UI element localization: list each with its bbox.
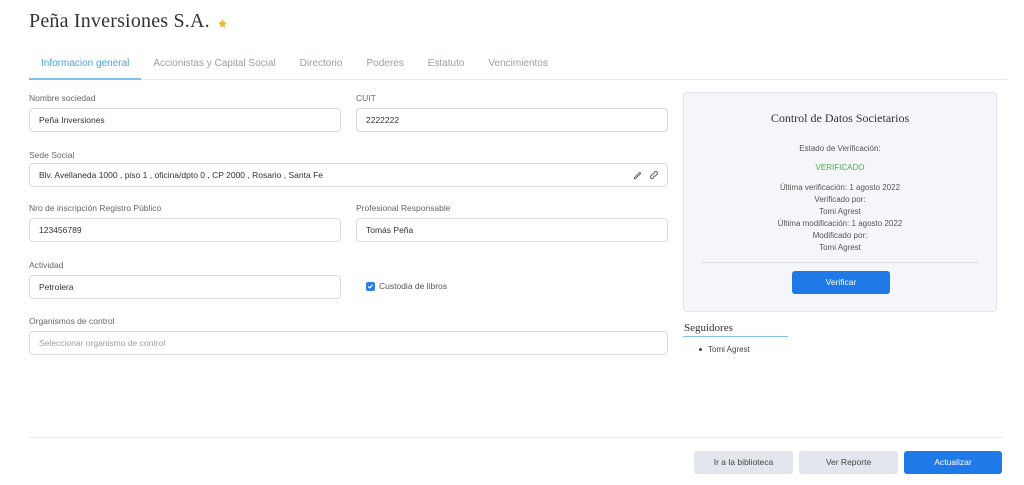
sede-social-value: Blv. Avellaneda 1000 , piso 1 , oficina/… <box>39 170 323 180</box>
verify-button[interactable]: Verificar <box>792 271 890 294</box>
sede-social-label: Sede Social <box>29 150 75 160</box>
custodia-checkbox[interactable] <box>366 281 375 291</box>
nombre-sociedad-label: Nombre sociedad <box>29 93 96 103</box>
modificado-por-label: Modificado por: <box>812 231 868 240</box>
sede-social-actions <box>633 170 659 180</box>
tab-bar: Informacion general Accionistas y Capita… <box>29 52 1007 80</box>
footer-divider <box>29 437 1003 438</box>
panel-title: Control de Datos Societarios <box>770 111 910 125</box>
panel-divider <box>702 262 978 263</box>
verificado-por-value: Tomi Agrest <box>819 207 861 216</box>
title-row: Peña Inversiones S.A. <box>29 10 228 33</box>
ultima-modificacion: Última modificación: 1 agosto 2022 <box>777 219 903 228</box>
custodia-label: Custodia de libros <box>379 281 448 291</box>
profesional-label: Profesional Responsable <box>356 203 451 213</box>
nro-inscripcion-label: Nro de inscripción Registro Público <box>29 203 162 213</box>
link-icon[interactable] <box>649 170 659 180</box>
actividad-label: Actividad <box>29 260 64 270</box>
tab-informacion-general[interactable]: Informacion general <box>29 52 142 80</box>
follower-name: Tomi Agrest <box>708 345 750 354</box>
actividad-input[interactable]: Petrolera <box>29 275 341 299</box>
tab-directorio[interactable]: Directorio <box>288 52 355 80</box>
pencil-icon[interactable] <box>633 170 643 180</box>
tab-accionistas[interactable]: Accionistas y Capital Social <box>141 52 287 80</box>
control-datos-panel: Control de Datos Societarios Estado de V… <box>683 92 997 312</box>
report-button[interactable]: Ver Reporte <box>799 451 898 474</box>
organismos-label: Organismos de control <box>29 316 115 326</box>
tab-poderes[interactable]: Poderes <box>354 52 415 80</box>
followers-title: Seguidores <box>684 322 733 334</box>
cuit-label: CUIT <box>356 93 376 103</box>
library-button[interactable]: Ir a la biblioteca <box>694 451 793 474</box>
ultima-verificacion: Última verificación: 1 agosto 2022 <box>779 183 901 192</box>
checkmark-icon <box>367 283 374 289</box>
nombre-sociedad-input[interactable]: Peña Inversiones <box>29 108 341 132</box>
estado-label: Estado de Verificación: <box>799 144 881 153</box>
bullet <box>699 348 702 351</box>
organismos-select[interactable]: Seleccionar organismo de control <box>29 331 668 355</box>
verificado-por-label: Verificado por: <box>814 195 866 204</box>
followers-underline <box>683 336 788 337</box>
modificado-por-value: Tomi Agrest <box>819 243 861 252</box>
cuit-input[interactable]: 2222222 <box>356 108 668 132</box>
nro-inscripcion-input[interactable]: 123456789 <box>29 218 341 242</box>
tab-estatuto[interactable]: Estatuto <box>416 52 477 80</box>
page-title: Peña Inversiones S.A. <box>29 10 210 32</box>
star-icon[interactable] <box>217 18 228 29</box>
list-item: Tomi Agrest <box>699 345 750 354</box>
profesional-input[interactable]: Tomás Peña <box>356 218 668 242</box>
tab-vencimientos[interactable]: Vencimientos <box>476 52 559 80</box>
custodia-checkbox-row[interactable]: Custodia de libros <box>366 281 447 291</box>
update-button[interactable]: Actualizar <box>904 451 1002 474</box>
status-badge: VERIFICADO <box>815 163 865 172</box>
sede-social-field[interactable]: Blv. Avellaneda 1000 , piso 1 , oficina/… <box>29 163 668 187</box>
